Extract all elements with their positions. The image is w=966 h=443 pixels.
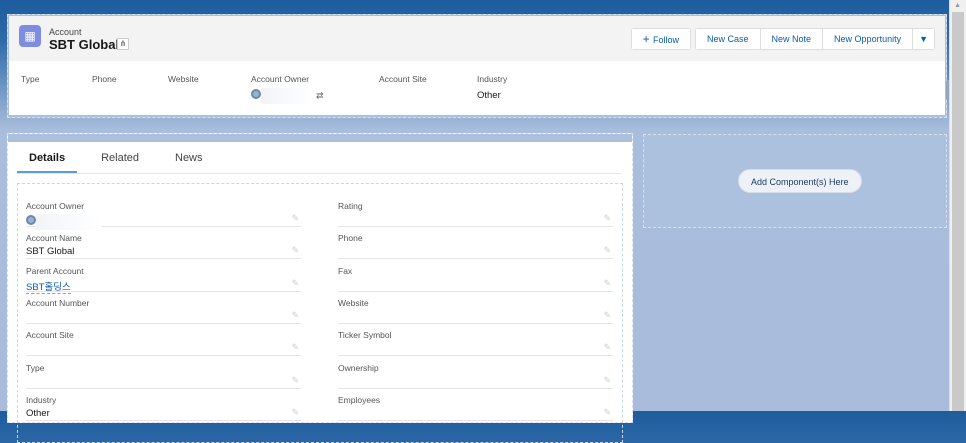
tab-related[interactable]: Related xyxy=(89,148,151,173)
record-title: SBT Global xyxy=(49,37,120,52)
highlight-label: Account Owner xyxy=(251,74,310,84)
detail-field: Rating ✎ xyxy=(338,196,613,227)
details-fields: Account Owner ✎ Account Name SBT Global ✎ Par… xyxy=(17,183,623,443)
highlight-label: Type xyxy=(21,74,40,84)
highlight-value: Other xyxy=(477,90,501,101)
new-opportunity-button[interactable]: New Opportunity xyxy=(823,29,914,49)
detail-field: Employees ✎ xyxy=(338,390,613,421)
detail-field: Industry Other ✎ xyxy=(26,390,301,421)
highlight-label: Industry xyxy=(477,74,508,84)
field-value: Other xyxy=(26,407,50,419)
detail-field: Fax ✎ xyxy=(338,261,613,292)
edit-pencil-icon[interactable]: ✎ xyxy=(603,245,611,256)
edit-pencil-icon[interactable]: ✎ xyxy=(603,375,611,386)
change-owner-icon[interactable]: ⇄ xyxy=(316,91,324,101)
highlights-panel: Type Phone Website Account Owner ⇄ Accou… xyxy=(9,61,945,115)
new-case-button[interactable]: New Case xyxy=(696,29,761,49)
record-header: ▦ Account SBT Global ⋔ + Follow New Case… xyxy=(7,14,947,118)
detail-field: Ticker Symbol ✎ xyxy=(338,325,613,357)
more-actions-dropdown[interactable]: ▼ xyxy=(913,29,934,49)
object-label: Account xyxy=(49,27,82,37)
detail-field: Account Owner ✎ xyxy=(26,196,301,230)
field-value: SBT Global xyxy=(26,246,75,258)
detail-field: Parent Account SBT홀딩스 ✎ xyxy=(26,261,301,294)
edit-pencil-icon[interactable]: ✎ xyxy=(603,342,611,353)
tab-bar: Details Related News xyxy=(17,148,621,174)
edit-pencil-icon[interactable]: ✎ xyxy=(291,342,299,353)
field-label: Type xyxy=(26,362,45,373)
add-component-button[interactable]: Add Component(s) Here xyxy=(738,169,862,193)
field-label: Account Owner xyxy=(26,201,85,211)
field-label: Employees xyxy=(338,394,381,405)
edit-pencil-icon[interactable]: ✎ xyxy=(291,407,299,418)
detail-field: Ownership ✎ xyxy=(338,358,613,389)
scroll-up-icon[interactable]: ▲ xyxy=(954,2,961,9)
follow-label: Follow xyxy=(653,35,680,45)
component-region: Add Component(s) Here xyxy=(643,134,947,228)
field-label: Ownership xyxy=(338,362,379,373)
follow-button[interactable]: + Follow xyxy=(631,29,691,49)
owner-name[interactable] xyxy=(261,88,316,104)
edit-pencil-icon[interactable]: ✎ xyxy=(603,407,611,418)
detail-field: Account Name SBT Global ✎ xyxy=(26,228,301,260)
edit-pencil-icon[interactable]: ✎ xyxy=(603,213,611,224)
scrollbar[interactable]: ▲ xyxy=(949,0,966,411)
field-label: Website xyxy=(338,297,369,308)
detail-field: Phone ✎ xyxy=(338,228,613,260)
highlight-label: Website xyxy=(168,74,199,84)
detail-field: Account Number ✎ xyxy=(26,293,301,324)
field-value[interactable]: SBT홀딩스 xyxy=(26,279,71,294)
field-label: Account Name xyxy=(26,233,82,244)
edit-pencil-icon[interactable]: ✎ xyxy=(603,310,611,321)
chevron-down-icon: ▼ xyxy=(919,34,928,44)
plus-icon: + xyxy=(642,32,653,46)
hierarchy-icon[interactable]: ⋔ xyxy=(117,38,129,50)
edit-pencil-icon[interactable]: ✎ xyxy=(603,278,611,289)
highlight-label: Phone xyxy=(92,74,117,84)
tab-news[interactable]: News xyxy=(163,148,215,173)
change-owner-icon[interactable]: ✎ xyxy=(291,213,299,224)
edit-pencil-icon[interactable]: ✎ xyxy=(291,278,299,289)
header-top: ▦ Account SBT Global ⋔ + Follow New Case… xyxy=(9,16,945,61)
avatar xyxy=(251,88,261,99)
edit-pencil-icon[interactable]: ✎ xyxy=(291,245,299,256)
account-icon: ▦ xyxy=(19,25,41,47)
field-label: Fax xyxy=(338,265,353,276)
field-label: Account Site xyxy=(26,330,74,341)
field-label: Ticker Symbol xyxy=(338,330,392,341)
highlight-label: Account Site xyxy=(379,74,427,84)
tab-details[interactable]: Details xyxy=(17,148,78,173)
detail-field: Type ✎ xyxy=(26,358,301,389)
details-panel: Details Related News Account Owner ✎ Accou… xyxy=(7,133,633,443)
new-note-button[interactable]: New Note xyxy=(760,29,824,49)
field-label: Industry xyxy=(26,394,57,405)
edit-pencil-icon[interactable]: ✎ xyxy=(291,375,299,386)
field-label: Phone xyxy=(338,233,363,244)
owner-value[interactable]: ⇄ xyxy=(251,88,324,104)
field-label: Rating xyxy=(338,201,363,211)
field-label: Account Number xyxy=(26,297,90,308)
edit-pencil-icon[interactable]: ✎ xyxy=(291,310,299,321)
detail-field: Website ✎ xyxy=(338,293,613,324)
scrollbar-thumb[interactable] xyxy=(952,12,964,411)
field-label: Parent Account xyxy=(26,265,84,276)
avatar xyxy=(26,214,36,225)
detail-field: Account Site ✎ xyxy=(26,325,301,357)
